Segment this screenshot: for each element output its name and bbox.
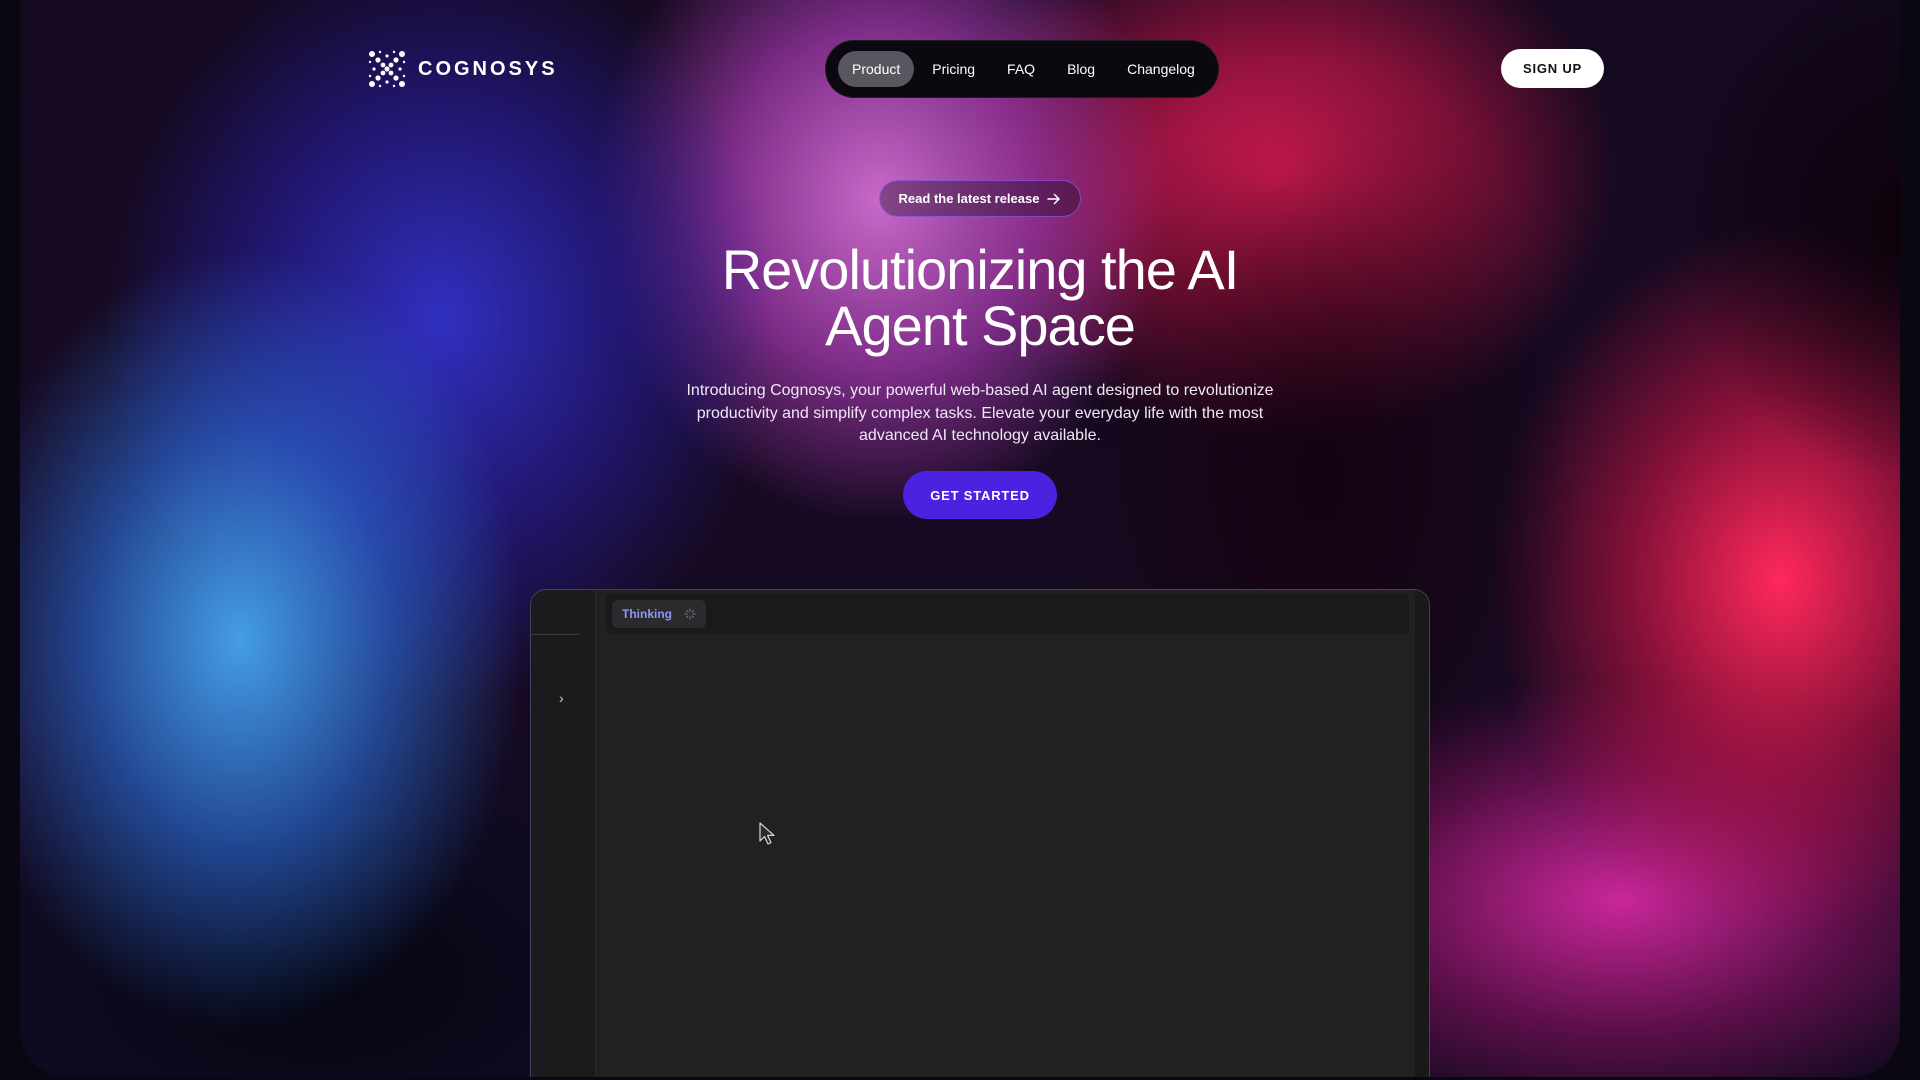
thinking-status-chip: Thinking	[612, 600, 706, 628]
sidebar-divider	[531, 634, 579, 635]
nav-item-faq[interactable]: FAQ	[993, 51, 1049, 87]
sparkle-x-icon	[368, 50, 406, 88]
brand-logo[interactable]: COGNOSYS	[366, 48, 558, 90]
spinner-icon	[684, 608, 696, 620]
nav-item-product[interactable]: Product	[838, 51, 915, 87]
get-started-button[interactable]: GET STARTED	[903, 471, 1057, 519]
main-nav: Product Pricing FAQ Blog Changelog	[825, 40, 1219, 98]
hero-title-line-1: Revolutionizing the AI	[721, 238, 1240, 301]
mouse-cursor-icon	[759, 822, 775, 845]
app-top-bar: Thinking	[606, 594, 1409, 634]
chevron-right-icon[interactable]: ›	[559, 690, 564, 706]
nav-item-blog[interactable]: Blog	[1053, 51, 1109, 87]
hero-subtitle: Introducing Cognosys, your powerful web-…	[686, 382, 1274, 444]
thinking-label: Thinking	[622, 607, 672, 621]
nav-item-changelog[interactable]: Changelog	[1113, 51, 1209, 87]
nav-item-pricing[interactable]: Pricing	[918, 51, 989, 87]
app-preview-window: › Thinking	[530, 589, 1430, 1077]
brand-name: COGNOSYS	[418, 57, 558, 80]
release-label: Read the latest release	[898, 191, 1040, 206]
hero-title-line-2: Agent Space	[825, 294, 1136, 357]
latest-release-link[interactable]: Read the latest release	[879, 180, 1081, 217]
app-sidebar: ›	[531, 590, 596, 1077]
hero-title: Revolutionizing the AI Agent Space	[580, 242, 1380, 354]
app-scrollbar[interactable]	[1415, 590, 1429, 1077]
sign-up-button[interactable]: SIGN UP	[1501, 49, 1604, 88]
hero-background: COGNOSYS Product Pricing FAQ Blog Change…	[20, 0, 1900, 1077]
arrow-right-icon	[1047, 193, 1061, 204]
